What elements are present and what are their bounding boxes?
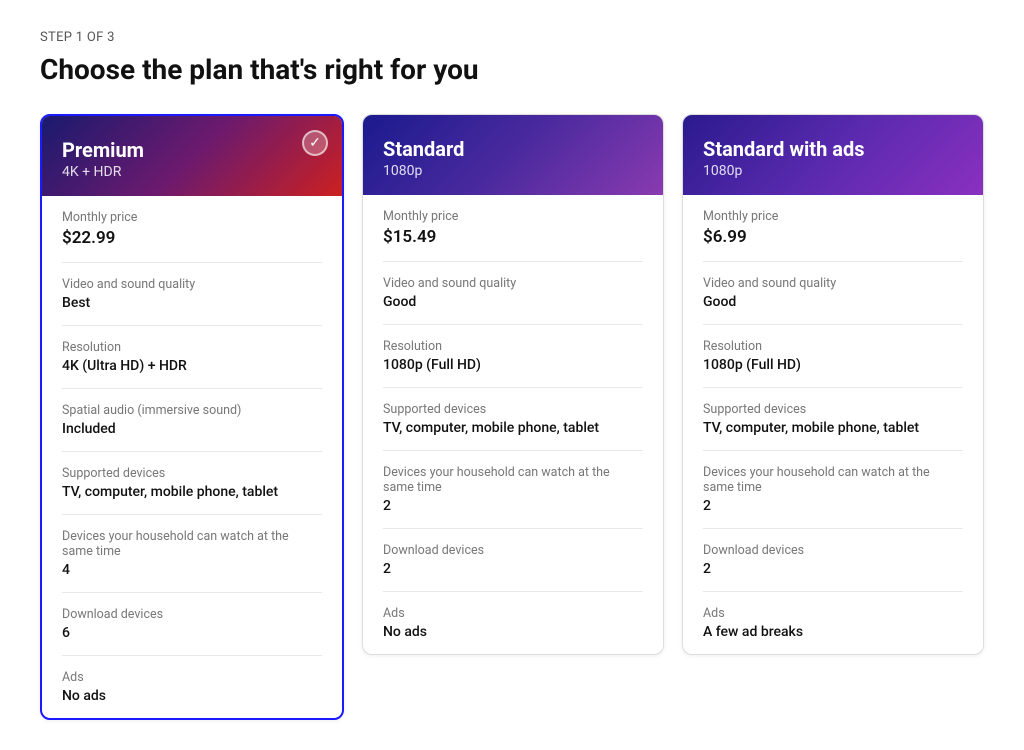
plan-header-standard-ads: Standard with ads 1080p — [683, 115, 983, 195]
row-value: Included — [62, 421, 322, 437]
plan-row: Download devices 2 — [383, 529, 643, 592]
plan-name-standard: Standard — [383, 137, 643, 161]
row-label: Devices your household can watch at the … — [62, 529, 322, 559]
row-label: Download devices — [383, 543, 643, 558]
plan-row: Devices your household can watch at the … — [62, 515, 322, 593]
plan-card-standard[interactable]: Standard 1080p Monthly price $15.49 Video an… — [362, 114, 664, 655]
plan-row: Download devices 2 — [703, 529, 963, 592]
row-label: Video and sound quality — [383, 276, 643, 291]
plan-row: Spatial audio (immersive sound) Included — [62, 389, 322, 452]
row-label: Supported devices — [703, 402, 963, 417]
plan-name-premium: Premium — [62, 138, 322, 162]
row-label: Download devices — [703, 543, 963, 558]
plans-container: ✓Premium 4K + HDR Monthly price $22.99 Video… — [40, 114, 984, 720]
plan-body-premium: Monthly price $22.99 Video and sound quali… — [42, 196, 342, 718]
plan-row: Supported devices TV, computer, mobile ph… — [703, 388, 963, 451]
row-label: Devices your household can watch at the … — [383, 465, 643, 495]
row-value: 4 — [62, 562, 322, 578]
plan-row: Monthly price $22.99 — [62, 196, 322, 263]
plan-row: Monthly price $6.99 — [703, 195, 963, 262]
row-value: 2 — [703, 561, 963, 577]
row-value: 6 — [62, 625, 322, 641]
row-value: $6.99 — [703, 227, 963, 247]
plan-quality-badge-premium: 4K + HDR — [62, 164, 322, 180]
row-value: 2 — [383, 561, 643, 577]
row-label: Monthly price — [62, 210, 322, 225]
page-title: Choose the plan that's right for you — [40, 53, 984, 86]
row-label: Monthly price — [703, 209, 963, 224]
row-label: Ads — [703, 606, 963, 621]
row-value: No ads — [62, 688, 322, 704]
row-value: $15.49 — [383, 227, 643, 247]
plan-row: Monthly price $15.49 — [383, 195, 643, 262]
row-label: Resolution — [62, 340, 322, 355]
row-value: 1080p (Full HD) — [383, 357, 643, 373]
row-label: Supported devices — [62, 466, 322, 481]
row-label: Video and sound quality — [703, 276, 963, 291]
row-label: Ads — [62, 670, 322, 685]
plan-body-standard-ads: Monthly price $6.99 Video and sound qualit… — [683, 195, 983, 654]
plan-row: Video and sound quality Best — [62, 263, 322, 326]
plan-row: Resolution 4K (Ultra HD) + HDR — [62, 326, 322, 389]
plan-row: Video and sound quality Good — [383, 262, 643, 325]
plan-row: Supported devices TV, computer, mobile ph… — [383, 388, 643, 451]
row-value: Best — [62, 295, 322, 311]
row-label: Resolution — [703, 339, 963, 354]
plan-body-standard: Monthly price $15.49 Video and sound quali… — [363, 195, 663, 654]
row-value: Good — [703, 294, 963, 310]
selected-checkmark: ✓ — [302, 130, 328, 156]
row-value: 1080p (Full HD) — [703, 357, 963, 373]
row-label: Resolution — [383, 339, 643, 354]
row-value: 2 — [383, 498, 643, 514]
plan-row: Download devices 6 — [62, 593, 322, 656]
step-label: STEP 1 OF 3 — [40, 30, 984, 45]
plan-row: Devices your household can watch at the … — [383, 451, 643, 529]
row-value: TV, computer, mobile phone, tablet — [383, 420, 643, 436]
row-label: Supported devices — [383, 402, 643, 417]
plan-row: Supported devices TV, computer, mobile ph… — [62, 452, 322, 515]
row-value: TV, computer, mobile phone, tablet — [62, 484, 322, 500]
row-value: TV, computer, mobile phone, tablet — [703, 420, 963, 436]
plan-row: Resolution 1080p (Full HD) — [383, 325, 643, 388]
plan-name-standard-ads: Standard with ads — [703, 137, 963, 161]
row-label: Monthly price — [383, 209, 643, 224]
row-value: Good — [383, 294, 643, 310]
row-value: $22.99 — [62, 228, 322, 248]
plan-card-standard-ads[interactable]: Standard with ads 1080p Monthly price $6.99… — [682, 114, 984, 655]
row-value: No ads — [383, 624, 643, 640]
plan-row: Ads No ads — [62, 656, 322, 718]
row-label: Spatial audio (immersive sound) — [62, 403, 322, 418]
plan-row: Resolution 1080p (Full HD) — [703, 325, 963, 388]
row-value: 2 — [703, 498, 963, 514]
plan-header-premium: ✓Premium 4K + HDR — [42, 116, 342, 196]
plan-quality-badge-standard-ads: 1080p — [703, 163, 963, 179]
row-label: Download devices — [62, 607, 322, 622]
row-label: Ads — [383, 606, 643, 621]
row-label: Video and sound quality — [62, 277, 322, 292]
plan-row: Video and sound quality Good — [703, 262, 963, 325]
plan-row: Ads No ads — [383, 592, 643, 654]
plan-card-premium[interactable]: ✓Premium 4K + HDR Monthly price $22.99 Video… — [40, 114, 344, 720]
plan-row: Ads A few ad breaks — [703, 592, 963, 654]
plan-row: Devices your household can watch at the … — [703, 451, 963, 529]
row-value: A few ad breaks — [703, 624, 963, 640]
row-label: Devices your household can watch at the … — [703, 465, 963, 495]
plan-quality-badge-standard: 1080p — [383, 163, 643, 179]
plan-header-standard: Standard 1080p — [363, 115, 663, 195]
row-value: 4K (Ultra HD) + HDR — [62, 358, 322, 374]
